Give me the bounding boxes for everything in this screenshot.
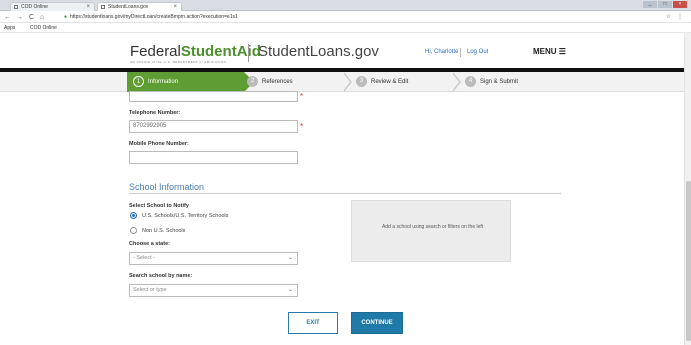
site-header: FederalStudentAid AN OFFICE of the U.S. … bbox=[0, 33, 691, 68]
state-select[interactable]: - Select - ⌄ bbox=[129, 252, 298, 265]
bookmarks-bar: Apps COD Online bbox=[0, 24, 691, 33]
school-information-heading: School Information bbox=[129, 182, 205, 192]
section-divider bbox=[129, 193, 561, 194]
search-school-label: Search school by name: bbox=[129, 273, 193, 279]
continue-button[interactable]: CONTINUE bbox=[351, 312, 403, 334]
required-mark: * bbox=[300, 92, 304, 101]
minimize-button[interactable]: _ bbox=[643, 1, 657, 8]
tab-close-icon[interactable]: × bbox=[86, 3, 90, 11]
telephone-label: Telephone Number: bbox=[129, 110, 181, 116]
step-number: 1 bbox=[133, 75, 144, 87]
chevron-down-icon: ⌄ bbox=[287, 287, 293, 293]
step-sign-submit: 4 Sign & Submit bbox=[465, 72, 518, 92]
radio-non-us-schools[interactable] bbox=[130, 227, 137, 234]
bookmark-apps[interactable]: Apps bbox=[4, 24, 15, 32]
user-greeting-link[interactable]: Hi, Charlotte bbox=[425, 49, 458, 55]
state-select-value: - Select - bbox=[133, 255, 156, 261]
step-information: 1 Information bbox=[127, 72, 254, 92]
logout-link[interactable]: Log Out bbox=[467, 49, 488, 55]
browser-tab-strip: COD Online × StudentLoans.gov × _ □ × bbox=[0, 0, 691, 11]
search-school-select[interactable]: Select or type ⌄ bbox=[129, 284, 298, 297]
reload-icon[interactable]: C bbox=[29, 13, 34, 22]
search-school-placeholder: Select or type bbox=[133, 287, 167, 293]
step-label: Review & Edit bbox=[371, 79, 409, 85]
school-results-hint: Add a school using search or filters on … bbox=[382, 224, 484, 230]
step-review-edit: 3 Review & Edit bbox=[356, 72, 408, 92]
fsa-subtitle: AN OFFICE of the U.S. DEPARTMENT of EDUC… bbox=[130, 60, 227, 64]
header-divider bbox=[248, 44, 249, 62]
header-separator bbox=[460, 48, 461, 57]
fsa-logo-student: Student bbox=[180, 43, 237, 60]
menu-button[interactable]: MENU ☰ bbox=[533, 47, 566, 56]
browser-menu-icon[interactable]: ⋮ bbox=[677, 13, 683, 20]
step-chevron bbox=[452, 72, 461, 92]
bookmark-star-icon[interactable]: ☆ bbox=[666, 13, 671, 20]
home-icon[interactable]: ⌂ bbox=[40, 13, 44, 22]
fsa-logo-federal: Federal bbox=[130, 43, 181, 60]
tab-label: StudentLoans.gov bbox=[108, 4, 149, 10]
step-number: 3 bbox=[356, 75, 367, 87]
page-scrollbar[interactable] bbox=[684, 33, 691, 345]
previous-field-input[interactable] bbox=[129, 91, 298, 102]
back-icon[interactable]: ← bbox=[4, 13, 11, 22]
school-results-panel: Add a school using search or filters on … bbox=[351, 200, 511, 262]
tab-cod-online[interactable]: COD Online × bbox=[10, 2, 95, 11]
mobile-input[interactable] bbox=[129, 151, 298, 164]
url-input[interactable]: ● https://studentloans.gov/myDirectLoan/c… bbox=[64, 13, 238, 22]
scrollbar-thumb[interactable] bbox=[686, 181, 691, 341]
tab-studentloans[interactable]: StudentLoans.gov × bbox=[97, 2, 182, 11]
required-mark: * bbox=[300, 122, 304, 131]
tab-label: COD Online bbox=[21, 4, 48, 10]
lock-icon: ● bbox=[64, 14, 68, 20]
forward-icon[interactable]: → bbox=[16, 13, 23, 22]
studentloans-logo[interactable]: StudentLoans.gov bbox=[258, 43, 379, 60]
step-chevron bbox=[343, 72, 352, 92]
exit-button[interactable]: EXIT bbox=[288, 312, 338, 334]
select-school-label: Select School to Notify bbox=[129, 203, 189, 209]
tab-close-icon[interactable]: × bbox=[173, 3, 177, 11]
close-window-button[interactable]: × bbox=[673, 1, 687, 8]
radio-us-schools[interactable] bbox=[130, 212, 137, 219]
radio-us-schools-label[interactable]: U.S. Schools/U.S. Territory Schools bbox=[142, 213, 228, 219]
step-number: 4 bbox=[465, 75, 476, 87]
step-label: Sign & Submit bbox=[480, 79, 519, 85]
bookmark-cod-online[interactable]: COD Online bbox=[30, 24, 57, 32]
page-icon bbox=[101, 5, 105, 9]
step-label: Information bbox=[148, 79, 179, 85]
mobile-label: Mobile Phone Number: bbox=[129, 141, 189, 147]
step-number: 2 bbox=[247, 75, 258, 87]
progress-steps: 1 Information 2 References 3 Review & Edit … bbox=[0, 72, 691, 92]
url-text: https://studentloans.gov/myDirectLoan/cr… bbox=[70, 14, 238, 20]
form-content: * Telephone Number: 8702992905 * Mobile … bbox=[0, 91, 691, 345]
step-references: 2 References bbox=[247, 72, 293, 92]
radio-non-us-schools-label[interactable]: Non U.S. Schools bbox=[142, 228, 185, 234]
step-label: References bbox=[262, 79, 293, 85]
telephone-input[interactable]: 8702992905 bbox=[129, 120, 298, 133]
address-bar-row: ← → C ⌂ ● https://studentloans.gov/myDire… bbox=[0, 12, 691, 23]
chevron-down-icon: ⌄ bbox=[287, 255, 293, 261]
window-controls: _ □ × bbox=[643, 1, 687, 8]
fsa-logo[interactable]: FederalStudentAid bbox=[130, 43, 261, 60]
state-label: Choose a state: bbox=[129, 241, 170, 247]
maximize-button[interactable]: □ bbox=[658, 1, 672, 8]
page-icon bbox=[14, 5, 18, 9]
